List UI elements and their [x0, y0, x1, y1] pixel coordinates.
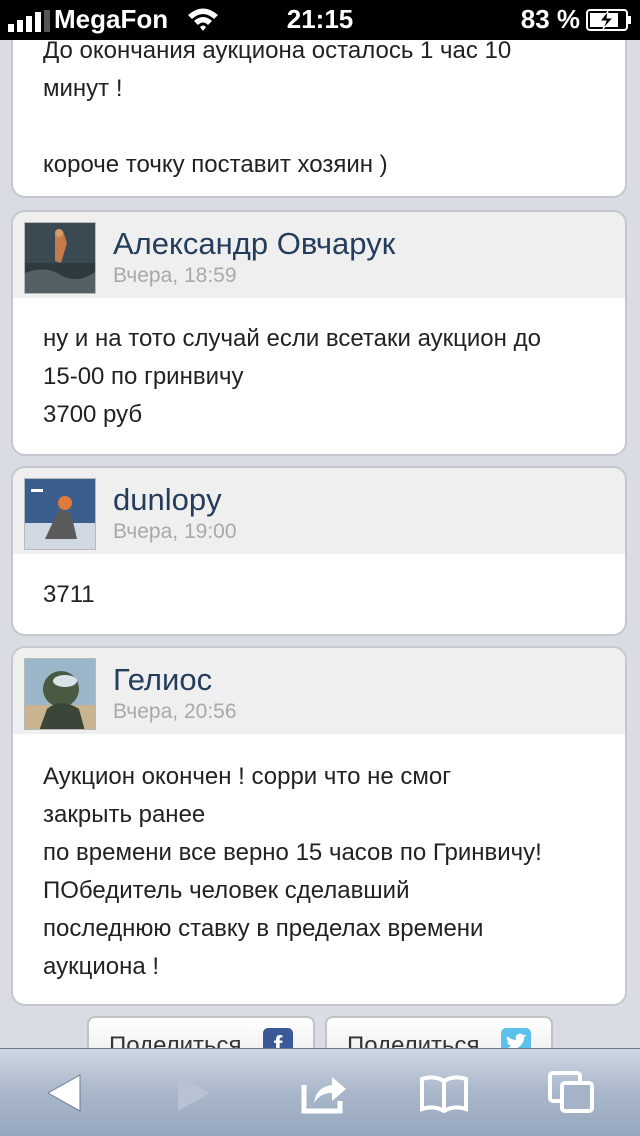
share-facebook-label: Поделиться: [109, 1032, 242, 1048]
message-line: 3711: [43, 581, 95, 608]
comment-card: Александр Овчарук Вчера, 18:59 ну и на т…: [11, 210, 627, 456]
avatar[interactable]: [24, 222, 96, 294]
share-icon[interactable]: [300, 1071, 348, 1115]
comment-header: dunlopy Вчера, 19:00: [13, 468, 625, 554]
avatar[interactable]: [24, 478, 96, 550]
share-facebook-button[interactable]: Поделиться f: [87, 1016, 315, 1048]
share-twitter-button[interactable]: Поделиться: [325, 1016, 553, 1048]
avatar[interactable]: [24, 658, 96, 730]
message-line: Аукцион окончен ! сорри что не смог: [43, 763, 451, 790]
comment-timestamp: Вчера, 20:56: [113, 700, 237, 723]
comment-header: Гелиос Вчера, 20:56: [13, 648, 625, 734]
avatar-image: [25, 223, 95, 293]
message-line-blank: [43, 108, 605, 146]
back-icon[interactable]: [40, 1071, 88, 1115]
comment-message: До окончания аукциона осталось 1 час 10 …: [43, 40, 605, 184]
avatar-image: [25, 479, 95, 549]
message-line: последнюю ставку в пределах времени: [43, 915, 484, 942]
message-line: короче точку поставит хозяин ): [43, 151, 388, 178]
forward-icon[interactable]: [170, 1071, 218, 1115]
status-bar: MegaFon 21:15 83 %: [0, 0, 640, 40]
comment-card: dunlopy Вчера, 19:00 3711: [11, 466, 627, 636]
author-name[interactable]: Александр Овчарук: [113, 226, 395, 262]
author-name[interactable]: dunlopy: [113, 482, 222, 518]
comment-message: ну и на тото случай если всетаки аукцион…: [43, 320, 605, 434]
twitter-icon: [501, 1028, 531, 1048]
message-line: по времени все верно 15 часов по Гринвич…: [43, 839, 542, 866]
comment-message: Аукцион окончен ! сорри что не смог закр…: [43, 758, 605, 986]
message-line: ПОбедитель человек сделавший: [43, 877, 410, 904]
battery-charging-icon: [586, 9, 631, 31]
message-line: ну и на тото случай если всетаки аукцион…: [43, 325, 541, 352]
battery-percentage: 83 %: [520, 4, 580, 34]
comment-timestamp: Вчера, 19:00: [113, 520, 237, 543]
comments-feed[interactable]: До окончания аукциона осталось 1 час 10 …: [0, 40, 640, 1048]
message-line: аукциона !: [43, 953, 160, 980]
message-line: 3700 руб: [43, 401, 143, 428]
comment-timestamp: Вчера, 18:59: [113, 264, 237, 287]
comment-card: Гелиос Вчера, 20:56 Аукцион окончен ! со…: [11, 646, 627, 1006]
author-name[interactable]: Гелиос: [113, 662, 212, 698]
message-line: закрыть ранее: [43, 801, 206, 828]
comment-card: До окончания аукциона осталось 1 час 10 …: [11, 40, 627, 198]
facebook-icon: f: [263, 1028, 293, 1048]
message-line: минут !: [43, 75, 123, 102]
comment-header: Александр Овчарук Вчера, 18:59: [13, 212, 625, 298]
browser-toolbar: [0, 1048, 640, 1136]
bookmarks-icon[interactable]: [420, 1071, 468, 1115]
avatar-image: [25, 659, 95, 729]
message-line: 15-00 по гринвичу: [43, 363, 244, 390]
tabs-icon[interactable]: [548, 1071, 596, 1115]
share-twitter-label: Поделиться: [347, 1032, 480, 1048]
comment-message: 3711: [43, 576, 605, 614]
message-line: До окончания аукциона осталось 1 час 10: [43, 40, 512, 64]
